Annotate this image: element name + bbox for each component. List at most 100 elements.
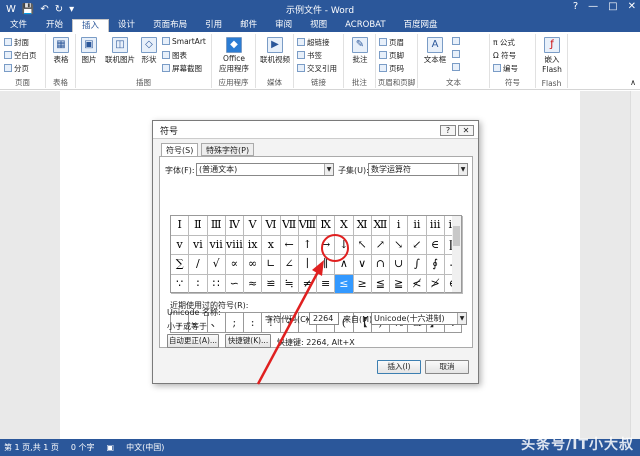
symbol-cell[interactable]: Ⅱ	[189, 216, 208, 236]
word-count[interactable]: 0 个字	[71, 442, 95, 453]
charcode-input[interactable]: 2264	[309, 312, 339, 325]
bookmark-button[interactable]: 书签	[297, 50, 322, 61]
symbol-cell[interactable]: ∞	[244, 255, 263, 275]
page-count[interactable]: 第 1 页,共 1 页	[4, 442, 59, 453]
tab-view[interactable]: 视图	[301, 19, 336, 32]
language[interactable]: 中文(中国)	[126, 442, 164, 453]
symbol-cell[interactable]: Ⅰ	[171, 216, 190, 236]
minimize-button[interactable]: —	[588, 1, 598, 12]
textbox-button[interactable]: A 文本框	[420, 37, 450, 65]
subset-select[interactable]: 数学运算符 ▼	[368, 163, 468, 176]
header-button[interactable]: 页眉	[379, 37, 404, 48]
symbol-cell[interactable]: ∑	[171, 255, 190, 275]
symbol-grid-scrollbar[interactable]	[452, 215, 462, 293]
symbol-cell[interactable]: ⅰ	[390, 216, 409, 236]
tab-layout[interactable]: 页面布局	[144, 19, 196, 32]
symbol-cell[interactable]: ≈	[244, 274, 263, 294]
embed-flash-button[interactable]: ƒ 嵌入 Flash	[538, 37, 566, 74]
collapse-ribbon-icon[interactable]: ∧	[630, 78, 636, 87]
page-number-button[interactable]: 页码	[379, 63, 404, 74]
vertical-scrollbar[interactable]	[630, 91, 640, 439]
autocorrect-button[interactable]: 自动更正(A)...	[167, 334, 219, 348]
symbol-cell[interactable]: ∶	[189, 274, 208, 294]
symbol-cell[interactable]: ∵	[171, 274, 190, 294]
symbol-cell[interactable]: ∷	[207, 274, 226, 294]
close-button[interactable]: ✕	[628, 1, 636, 12]
symbol-cell[interactable]: ⅸ	[244, 235, 263, 255]
dialog-help-button[interactable]: ?	[440, 125, 456, 136]
symbol-cell[interactable]: ↙	[408, 235, 427, 255]
symbol-cell[interactable]: ≦	[371, 274, 390, 294]
symbol-cell[interactable]: ∝	[225, 255, 244, 275]
symbol-cell[interactable]: ⅵ	[189, 235, 208, 255]
symbol-cell[interactable]: ≮	[408, 274, 427, 294]
tab-acrobat[interactable]: ACROBAT	[336, 19, 394, 32]
symbol-cell[interactable]: Ⅹ	[335, 216, 354, 236]
symbol-cell[interactable]: ∽	[225, 274, 244, 294]
from-select[interactable]: Unicode(十六进制) ▼	[371, 312, 467, 325]
symbol-cell[interactable]: √	[207, 255, 226, 275]
tab-special-characters[interactable]: 特殊字符(P)	[201, 143, 255, 156]
tab-home[interactable]: 开始	[37, 19, 72, 32]
symbol-grid[interactable]: ⅠⅡⅢⅣⅤⅥⅦⅧⅨⅩⅪⅫⅰⅱⅲⅳⅴⅵⅶⅷⅸⅹ←↑→↓↖↗↘↙∈∏∑∕√∝∞∟∠∣…	[170, 215, 463, 294]
symbol-cell[interactable]: Ⅺ	[353, 216, 372, 236]
chart-button[interactable]: 图表	[162, 50, 187, 61]
font-select[interactable]: (普通文本) ▼	[196, 163, 334, 176]
symbol-cell[interactable]: Ⅳ	[225, 216, 244, 236]
symbol-cell[interactable]: Ⅶ	[280, 216, 299, 236]
footer-button[interactable]: 页脚	[379, 50, 404, 61]
symbol-cell[interactable]: ⅹ	[262, 235, 281, 255]
symbol-cell[interactable]: ∟	[262, 255, 281, 275]
picture-button[interactable]: ▣ 图片	[78, 37, 100, 65]
tab-baidu[interactable]: 百度网盘	[395, 19, 447, 32]
cover-button[interactable]: 封面	[4, 37, 29, 48]
tab-insert[interactable]: 插入	[72, 19, 110, 32]
tab-mailings[interactable]: 邮件	[231, 19, 266, 32]
crossref-button[interactable]: 交叉引用	[297, 63, 337, 74]
tab-file[interactable]: 文件	[0, 19, 38, 32]
symbol-cell[interactable]: ⅱ	[408, 216, 427, 236]
proofing-icon[interactable]: ▣	[107, 443, 115, 452]
comment-button[interactable]: ✎ 批注	[348, 37, 372, 65]
dialog-close-button[interactable]: ✕	[458, 125, 474, 136]
symbol-cell[interactable]: ∕	[189, 255, 208, 275]
shortcut-key-button[interactable]: 快捷键(K)...	[225, 334, 271, 348]
symbol-cell[interactable]: Ⅵ	[262, 216, 281, 236]
hyperlink-button[interactable]: 超链接	[297, 37, 330, 48]
table-button[interactable]: ▦ 表格	[50, 37, 72, 65]
symbol-cell[interactable]: Ⅻ	[371, 216, 390, 236]
symbol-cell[interactable]: ↑	[298, 235, 317, 255]
tab-design[interactable]: 设计	[109, 19, 144, 32]
symbol-cell[interactable]: ≡	[317, 274, 336, 294]
symbol-cell[interactable]: ↘	[390, 235, 409, 255]
symbol-cell[interactable]: ∫	[408, 255, 427, 275]
symbol-cell[interactable]: Ⅷ	[298, 216, 317, 236]
symbol-cell[interactable]: ⅲ	[426, 216, 445, 236]
symbol-cell[interactable]: ∪	[390, 255, 409, 275]
symbol-cell[interactable]: ∮	[426, 255, 445, 275]
symbol-cell[interactable]: ≌	[262, 274, 281, 294]
symbol-button[interactable]: Ω 符号	[493, 50, 516, 61]
symbol-cell[interactable]: ∈	[426, 235, 445, 255]
dropcap-icon[interactable]	[452, 63, 462, 72]
symbol-cell[interactable]: Ⅲ	[207, 216, 226, 236]
symbol-cell[interactable]: ∣	[298, 255, 317, 275]
recent-symbol[interactable]: ;	[224, 312, 243, 333]
symbol-cell[interactable]: ⅷ	[225, 235, 244, 255]
page-break-button[interactable]: 分页	[4, 63, 29, 74]
insert-button[interactable]: 插入(I)	[377, 360, 421, 374]
blank-page-button[interactable]: 空白页	[4, 50, 37, 61]
office-apps-button[interactable]: ◆ Office 应用程序	[216, 37, 252, 74]
symbol-cell[interactable]: ←	[280, 235, 299, 255]
recent-symbol[interactable]: :	[243, 312, 262, 333]
symbol-cell[interactable]: Ⅴ	[244, 216, 263, 236]
shapes-button[interactable]: ◇ 形状	[138, 37, 160, 65]
symbol-cell[interactable]: ≯	[426, 274, 445, 294]
tab-review[interactable]: 审阅	[266, 19, 301, 32]
wordart-icon[interactable]	[452, 50, 462, 59]
symbol-cell[interactable]: ↖	[353, 235, 372, 255]
help-icon[interactable]: ?	[573, 1, 578, 12]
symbol-cell[interactable]: ≠	[298, 274, 317, 294]
symbol-cell[interactable]: ≒	[280, 274, 299, 294]
tab-references[interactable]: 引用	[196, 19, 231, 32]
